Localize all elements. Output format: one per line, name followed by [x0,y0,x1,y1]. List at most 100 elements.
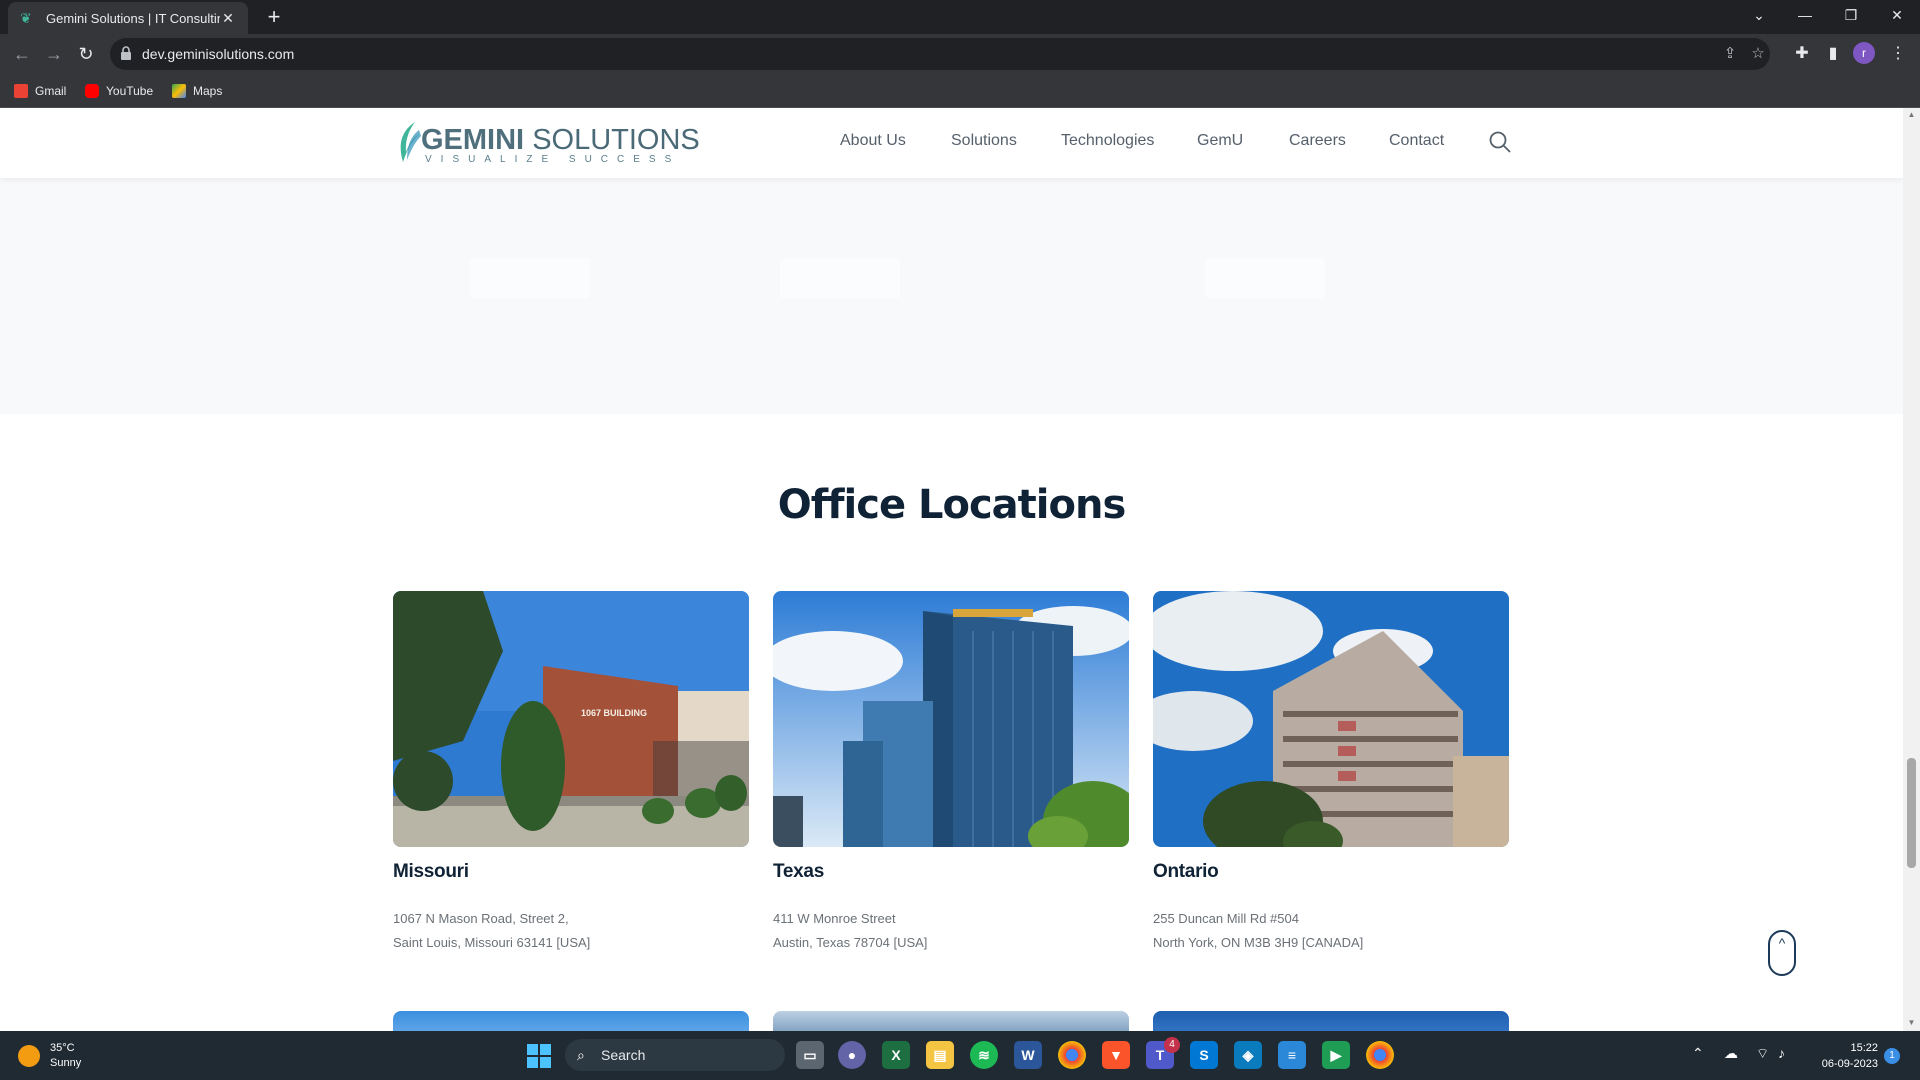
reload-icon[interactable]: ↻ [74,42,98,66]
nav-solutions[interactable]: Solutions [951,132,1017,154]
app-s-icon[interactable]: S [1190,1041,1218,1069]
office-card-missouri[interactable]: 1067 BUILDING Missouri 1067 N Mason Road… [393,591,749,950]
file-explorer-icon[interactable]: ▤ [926,1041,954,1069]
logo-wordmark: GEMINI SOLUTIONS [421,124,700,156]
taskbar-search[interactable]: ⌕ Search [565,1039,785,1071]
previous-section-band [0,178,1903,414]
tab-gemini-solutions[interactable]: ❦ Gemini Solutions | IT Consulting, ✕ [8,2,248,34]
system-clock[interactable]: 15:22 06-09-2023 [1808,1040,1878,1072]
office-photo-next-2 [773,1011,1129,1031]
wifi-icon[interactable]: ⌔ [1756,1045,1769,1063]
new-tab-button[interactable]: + [260,4,288,30]
notification-badge[interactable]: 1 [1884,1048,1900,1064]
chat-icon[interactable]: ● [838,1041,866,1069]
office-address: 255 Duncan Mill Rd #504 North York, ON M… [1153,907,1363,955]
scroll-thumb[interactable] [1907,758,1916,868]
notepad-icon[interactable]: ≡ [1278,1041,1306,1069]
back-arrow-icon[interactable]: ← [10,42,34,66]
windows-taskbar: 35°C Sunny ⌕ Search ▭ ● X ▤ ≋ W ▼ T 4 S … [0,1031,1920,1080]
section-title: Office Locations [777,482,1127,528]
bookmark-label: YouTube [106,84,154,98]
weather-condition: Sunny [50,1057,82,1069]
taskbar-search-label: Search [601,1047,646,1063]
bookmark-label: Maps [193,84,223,98]
address-line-1: 411 W Monroe Street [773,911,896,926]
nav-careers[interactable]: Careers [1289,132,1346,154]
tab-close-icon[interactable]: ✕ [220,10,236,27]
gemini-favicon-icon: ❦ [20,10,32,26]
faded-element [470,258,590,298]
office-card-texas[interactable]: Texas 411 W Monroe Street Austin, Texas … [773,591,1129,950]
app-play-icon[interactable]: ▶ [1322,1041,1350,1069]
search-icon: ⌕ [577,1047,585,1063]
share-icon[interactable]: ⇪ [1720,44,1740,64]
excel-icon[interactable]: X [882,1041,910,1069]
scroll-to-top-button[interactable]: ^ [1768,930,1796,976]
bookmark-star-icon[interactable]: ☆ [1748,44,1768,64]
office-photo-next-1 [393,1011,749,1031]
onedrive-icon[interactable]: ☁ [1724,1045,1738,1062]
search-icon[interactable] [1488,130,1512,154]
bookmarks-bar: Gmail YouTube Maps [0,74,1920,108]
bookmark-maps[interactable]: Maps [172,82,222,100]
address-bar[interactable]: dev.geminisolutions.com ⇪ ☆ [110,38,1770,70]
address-line-1: 1067 N Mason Road, Street 2, [393,911,569,926]
weather-widget[interactable]: 35°C Sunny [18,1041,81,1071]
restore-button[interactable]: ❐ [1828,0,1874,30]
scroll-up-arrow-icon[interactable]: ▲ [1906,110,1917,119]
address-line-2: North York, ON M3B 3H9 [CANADA] [1153,935,1364,950]
tab-strip: ❦ Gemini Solutions | IT Consulting, ✕ + … [0,0,1920,34]
spotify-icon[interactable]: ≋ [970,1041,998,1069]
chrome-icon[interactable] [1058,1041,1086,1069]
forward-arrow-icon[interactable]: → [42,42,66,66]
office-card-ontario[interactable]: Ontario 255 Duncan Mill Rd #504 North Yo… [1153,591,1509,950]
profile-avatar[interactable]: r [1853,42,1875,64]
bookmark-youtube[interactable]: YouTube [85,82,153,100]
office-address: 411 W Monroe Street Austin, Texas 78704 … [773,907,927,955]
faded-element [1205,258,1325,298]
site-header: GEMINI SOLUTIONS VISUALIZE SUCCESS About… [0,108,1903,178]
tray-chevron-icon[interactable]: ⌃ [1692,1045,1704,1062]
menu-kebab-icon[interactable]: ⋮ [1886,42,1910,66]
sun-icon [18,1045,40,1067]
app-cube-icon[interactable]: ◈ [1234,1041,1262,1069]
word-icon[interactable]: W [1014,1041,1042,1069]
maps-icon [172,84,186,98]
tab-search-chevron-icon[interactable]: ⌄ [1736,0,1782,30]
page-scrollbar[interactable]: ▲ ▼ [1903,108,1920,1031]
extensions-puzzle-icon[interactable]: ✚ [1790,42,1814,66]
scroll-down-arrow-icon[interactable]: ▼ [1906,1018,1917,1027]
office-name: Missouri [393,861,469,882]
faded-element [780,258,900,298]
logo-tagline: VISUALIZE SUCCESS [425,154,681,165]
address-line-1: 255 Duncan Mill Rd #504 [1153,911,1299,926]
gmail-icon [14,84,28,98]
chrome-profile-icon[interactable] [1366,1041,1394,1069]
lock-icon [121,46,131,60]
volume-icon[interactable]: ♪ [1778,1045,1785,1061]
office-photo-ontario [1153,591,1509,847]
brave-icon[interactable]: ▼ [1102,1041,1130,1069]
office-photo-texas [773,591,1129,847]
leaf-logo-icon [400,122,421,162]
close-window-button[interactable]: ✕ [1874,0,1920,30]
bookmark-label: Gmail [35,84,67,98]
web-page: GEMINI SOLUTIONS VISUALIZE SUCCESS About… [0,108,1903,1031]
gemini-logo[interactable]: GEMINI SOLUTIONS VISUALIZE SUCCESS [393,118,700,168]
address-line-2: Austin, Texas 78704 [USA] [773,935,928,950]
nav-gemu[interactable]: GemU [1197,132,1243,154]
office-name: Texas [773,861,824,882]
minimize-button[interactable]: — [1782,0,1828,30]
nav-contact[interactable]: Contact [1389,132,1444,154]
building-sign-text: 1067 BUILDING [581,708,647,718]
bookmark-gmail[interactable]: Gmail [14,82,66,100]
nav-technologies[interactable]: Technologies [1061,132,1154,154]
windows-start-icon[interactable] [527,1044,551,1068]
side-panel-icon[interactable]: ▮ [1821,42,1845,66]
address-line-2: Saint Louis, Missouri 63141 [USA] [393,935,591,950]
tab-title: Gemini Solutions | IT Consulting, [46,10,220,26]
nav-about-us[interactable]: About Us [840,132,906,154]
task-view-icon[interactable]: ▭ [796,1041,824,1069]
office-photo-missouri: 1067 BUILDING [393,591,749,847]
office-photo-next-3 [1153,1011,1509,1031]
